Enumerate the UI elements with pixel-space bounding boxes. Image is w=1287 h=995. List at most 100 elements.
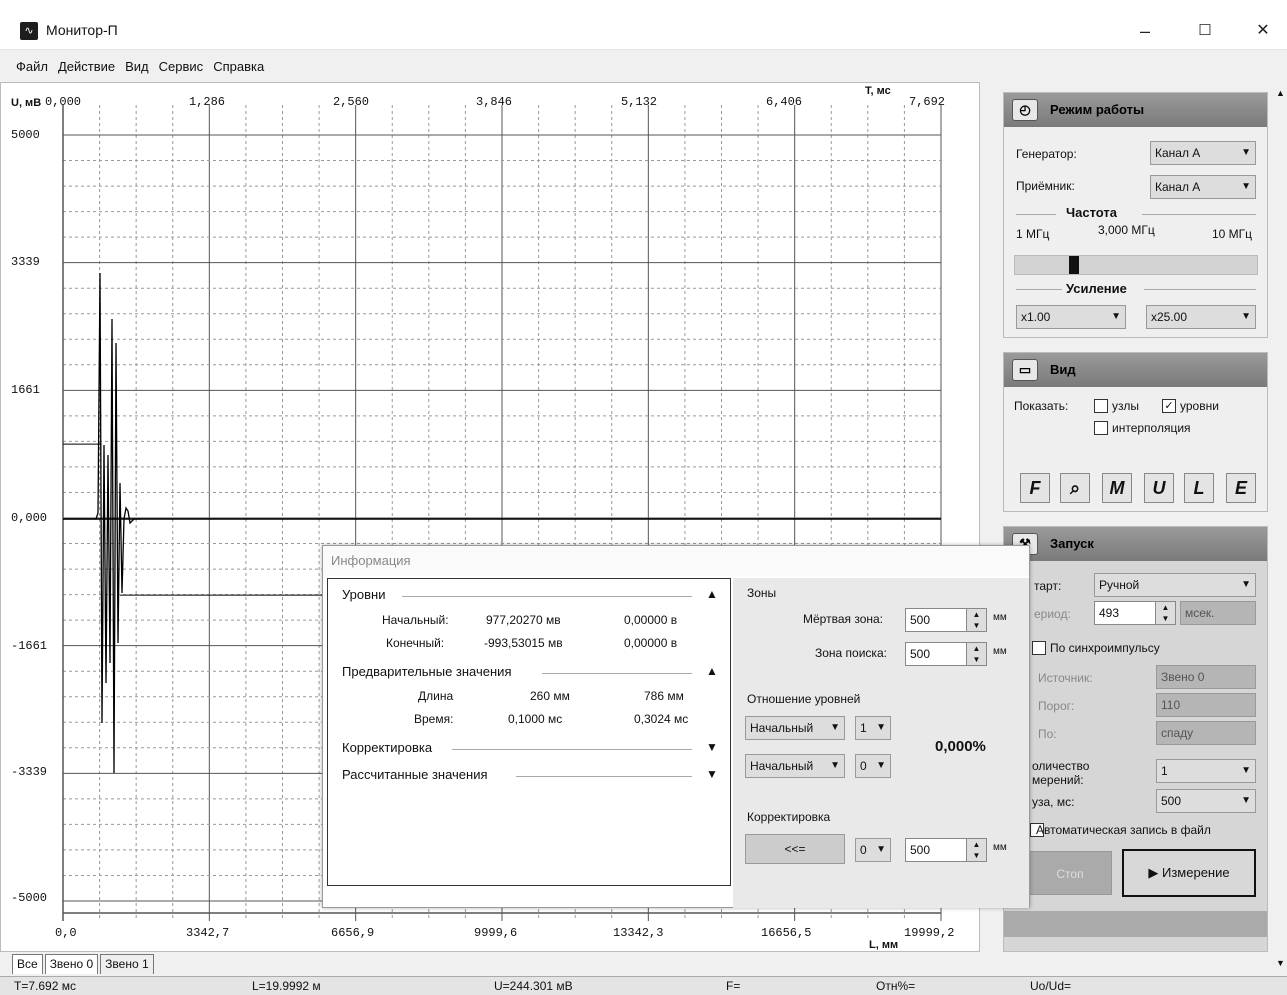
tab-all[interactable]: Все [12,954,43,974]
tab-link-0[interactable]: Звено 0 [44,954,99,974]
generator-label: Генератор: [1016,147,1077,161]
chevron-down-icon: ▼ [876,760,886,771]
view-group: ▭ Вид Показать: узлы ✓ уровни интерполяци… [1003,352,1268,512]
dialog-title: Информация [323,546,1029,576]
info-right-pane: Зоны Мёртвая зона: 500 ▲ ▼ мм Зона поиска:… [733,578,1029,908]
gain2-select[interactable]: x25.00 ▼ [1146,305,1256,329]
frequency-slider[interactable] [1014,255,1258,275]
l-tick: 9999,6 [474,926,518,940]
start-label: тарт: [1034,579,1062,593]
menu-action[interactable]: Действие [56,57,117,76]
collapse-icon[interactable]: ▲ [706,664,718,678]
correction-input[interactable]: 500 ▲ ▼ [905,838,987,862]
slider-thumb[interactable] [1069,256,1079,274]
chevron-down-icon[interactable]: ▼ [1276,958,1285,968]
end-level-label: Конечный: [386,636,445,650]
ratio-select-1[interactable]: Начальный ▼ [745,716,845,740]
info-left-pane: Уровни ▲ Начальный: 977,20270 мв 0,00000… [327,578,731,886]
collapse-icon[interactable]: ▲ [706,587,718,601]
window-title: Монитор-П [46,22,118,38]
prelim-section-title[interactable]: Предварительные значения [342,664,511,679]
generator-select[interactable]: Канал А ▼ [1150,141,1256,165]
count-select[interactable]: 1 ▼ [1156,759,1256,783]
chevron-down-icon: ▼ [1241,765,1251,776]
t-tick: 2,560 [333,95,370,109]
y-tick: -5000 [11,891,48,905]
gain1-select[interactable]: x1.00 ▼ [1016,305,1126,329]
chevron-down-icon: ▼ [1241,147,1251,158]
expand-icon[interactable]: ▼ [706,740,718,754]
threshold-label: Порог: [1038,699,1075,713]
t-tick: 1,286 [189,95,226,109]
start-level-line [63,443,102,519]
receiver-label: Приёмник: [1016,179,1075,193]
f-button[interactable]: F [1020,473,1050,503]
period-input[interactable]: 493 ▲ ▼ [1094,601,1176,625]
dead-zone-unit: мм [993,612,1007,623]
minimize-button[interactable]: – [1125,16,1165,46]
correction-n-select[interactable]: 0 ▼ [855,838,891,862]
e-button[interactable]: E [1226,473,1256,503]
stop-button[interactable]: Стоп [1028,851,1112,895]
m-button[interactable]: M [1102,473,1132,503]
start-select[interactable]: Ручной ▼ [1094,573,1256,597]
chevron-down-icon: ▼ [1241,795,1251,806]
pause-select[interactable]: 500 ▼ [1156,789,1256,813]
tab-link-1[interactable]: Звено 1 [100,954,154,974]
period-unit-select[interactable]: мсек. [1180,601,1256,625]
chevron-down-icon: ▼ [1241,579,1251,590]
threshold-input[interactable]: 110 [1156,693,1256,717]
l-tick: 0,0 [55,926,77,940]
receiver-select[interactable]: Канал А ▼ [1150,175,1256,199]
correction-apply-button[interactable]: <<= [745,834,845,864]
y-axis-label: U, мВ [11,97,42,109]
time-label: Время: [414,712,454,726]
ratio-select-2[interactable]: Начальный ▼ [745,754,845,778]
l-tick: 3342,7 [186,926,230,940]
clock-icon: ◴ [1012,99,1038,121]
levels-section-title[interactable]: Уровни [342,587,385,602]
menu-file[interactable]: Файл [14,57,50,76]
chevron-up-icon[interactable]: ▲ [1276,88,1285,98]
correction-section-title[interactable]: Корректировка [342,740,432,755]
calc-section-title[interactable]: Рассчитанные значения [342,767,488,782]
by-select[interactable]: спаду [1156,721,1256,745]
expand-icon[interactable]: ▼ [706,767,718,781]
search-zone-input[interactable]: 500 ▲ ▼ [905,642,987,666]
right-scrollbar[interactable]: ▲ ▼ [1275,82,1287,972]
time-value-1: 0,1000 мс [508,712,563,726]
interp-checkbox[interactable] [1094,421,1108,435]
status-length: L=19.9992 м [252,979,321,993]
freq-max-label: 10 МГц [1212,227,1253,241]
by-label: По: [1038,727,1057,741]
l-button[interactable]: L [1184,473,1214,503]
pause-label: уза, мс: [1032,795,1075,809]
menu-service[interactable]: Сервис [157,57,206,76]
menu-bar: Файл Действие Вид Сервис Справка [0,52,1000,80]
search-zone-unit: мм [993,646,1007,657]
sync-checkbox[interactable] [1032,641,1046,655]
t-axis-label: T, мс [865,85,891,97]
autosave-label: Автоматическая запись в файл [1036,823,1211,837]
source-select[interactable]: Звено 0 [1156,665,1256,689]
nodes-checkbox[interactable] [1094,399,1108,413]
y-tick: -3339 [11,765,48,779]
measure-button[interactable]: ▶ Измерение [1122,849,1256,897]
status-uo-ud: Uo/Ud= [1030,979,1072,993]
start-level-label: Начальный: [382,613,449,627]
chevron-down-icon: ▼ [876,722,886,733]
u-button[interactable]: U [1144,473,1174,503]
status-bar: T=7.692 мс L=19.9992 м U=244.301 мВ F= О… [0,976,1287,995]
search-icon[interactable]: ⌕ [1060,473,1090,503]
menu-help[interactable]: Справка [211,57,266,76]
dead-zone-input[interactable]: 500 ▲ ▼ [905,608,987,632]
correction-title: Корректировка [747,810,831,824]
maximize-button[interactable]: ☐ [1185,16,1225,46]
app-icon: ∿ [20,22,38,40]
length-value-2: 786 мм [644,689,684,703]
levels-checkbox[interactable]: ✓ [1162,399,1176,413]
close-button[interactable]: ✕ [1243,16,1283,46]
menu-view[interactable]: Вид [123,57,151,76]
ratio-n-select-1[interactable]: 1 ▼ [855,716,891,740]
ratio-n-select-2[interactable]: 0 ▼ [855,754,891,778]
